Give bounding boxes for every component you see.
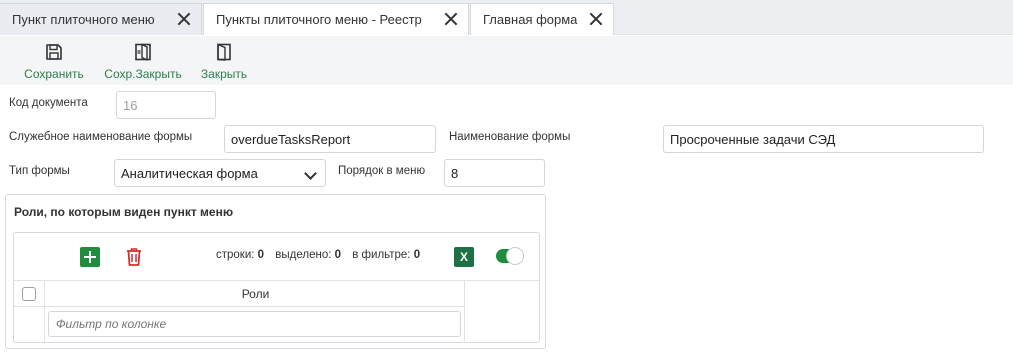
save-close-button[interactable]: Сохр.Закрыть: [102, 42, 184, 81]
form-type-label: Тип формы: [9, 165, 70, 177]
grid-toolbar: строки: 0 выделено: 0 в фильтре: 0 X: [14, 233, 539, 281]
tab-label: Пункты плиточного меню - Реестр: [216, 12, 422, 27]
grid-filter-row: [14, 307, 465, 342]
roles-panel: Роли, по которым виден пункт меню строки…: [5, 194, 546, 349]
tab-main-form[interactable]: Главная форма: [470, 3, 614, 35]
column-filter-input[interactable]: [48, 311, 461, 337]
filter-count-label: в фильтре:: [352, 249, 411, 261]
select-all-checkbox[interactable]: [22, 287, 36, 301]
form-name-field[interactable]: Просроченные задачи СЭД: [663, 125, 984, 153]
grid-header-row: Роли: [14, 281, 465, 307]
close-button[interactable]: Закрыть: [196, 42, 252, 81]
column-header-roles[interactable]: Роли: [46, 281, 465, 307]
tab-bar: Пункт плиточного меню Пункты плиточного …: [0, 0, 1013, 35]
doc-code-label: Код документа: [9, 97, 88, 109]
grid-stats: строки: 0 выделено: 0 в фильтре: 0: [216, 249, 420, 261]
tab-tile-menu-registry[interactable]: Пункты плиточного меню - Реестр: [203, 3, 469, 35]
service-name-field[interactable]: overdueTasksReport: [224, 125, 436, 153]
selected-label: выделено:: [275, 249, 332, 261]
form-type-value: Аналитическая форма: [121, 165, 258, 181]
door-exit-icon: [217, 43, 231, 61]
form-name-label: Наименование формы: [449, 131, 571, 143]
close-button-label: Закрыть: [200, 67, 248, 81]
tab-tile-menu-item[interactable]: Пункт плиточного меню: [0, 3, 202, 35]
rows-label: строки:: [216, 249, 255, 261]
save-button[interactable]: Сохранить: [22, 42, 86, 81]
save-button-label: Сохранить: [24, 67, 84, 81]
grid-toggle-switch[interactable]: [496, 247, 524, 265]
filter-row-spacer: [14, 307, 45, 342]
save-close-icon: [135, 43, 151, 61]
excel-icon: X: [459, 250, 468, 264]
trash-icon[interactable]: [124, 246, 144, 268]
close-icon[interactable]: [589, 12, 603, 26]
excel-export-button[interactable]: X: [454, 247, 474, 267]
add-row-button[interactable]: [80, 247, 100, 267]
rows-count: 0: [257, 249, 265, 261]
service-name-label: Служебное наименование формы: [9, 131, 193, 143]
roles-grid: строки: 0 выделено: 0 в фильтре: 0 X Рол…: [13, 232, 540, 343]
tab-label: Главная форма: [483, 12, 578, 27]
close-icon[interactable]: [444, 12, 458, 26]
form-type-select[interactable]: Аналитическая форма: [114, 159, 326, 187]
doc-code-field: 16: [116, 91, 216, 119]
toolbar: Сохранить Сохр.Закрыть Закрыть: [0, 36, 1013, 85]
menu-order-field[interactable]: 8: [444, 159, 545, 187]
save-icon: [46, 44, 62, 60]
tab-label: Пункт плиточного меню: [12, 12, 155, 27]
toggle-knob: [506, 247, 524, 265]
close-icon[interactable]: [177, 12, 191, 26]
select-all-cell: [14, 281, 45, 306]
chevron-down-icon: [304, 167, 317, 180]
selected-count: 0: [334, 249, 342, 261]
filter-count: 0: [413, 249, 421, 261]
save-close-button-label: Сохр.Закрыть: [104, 67, 182, 81]
roles-panel-title: Роли, по которым виден пункт меню: [14, 205, 234, 219]
menu-order-label: Порядок в меню: [338, 165, 426, 177]
